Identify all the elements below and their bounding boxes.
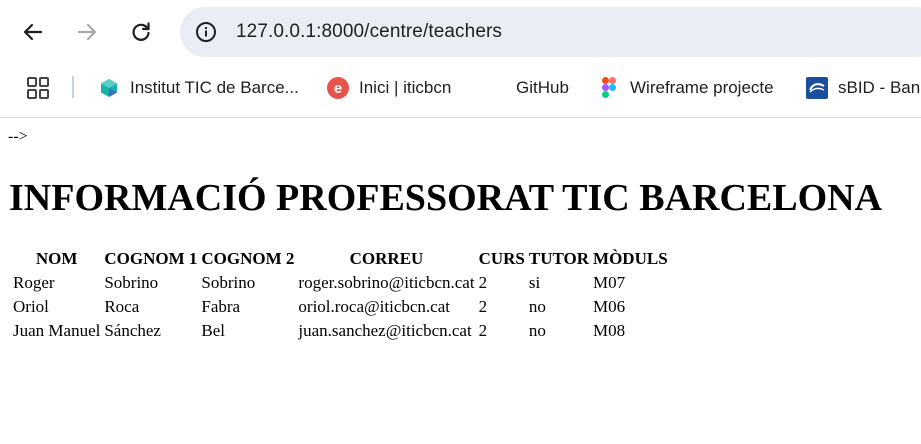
table-row: Oriol Roca Fabra oriol.roca@iticbcn.cat … [12,296,669,318]
bookmark-label: Institut TIC de Barce... [130,78,299,97]
github-icon [484,77,506,99]
bookmarks-bar: Institut TIC de Barce... e Inici | iticb… [0,64,921,112]
cell-cognom2: Sobrino [201,273,256,292]
site-info-button[interactable] [188,14,224,50]
table-row: Juan Manuel Sánchez Bel juan.sanchez@iti… [12,320,669,342]
teachers-table: NOM COGNOM 1 COGNOM 2 CORREU CURS TUTOR … [10,246,671,344]
bookmark-label: Wireframe projecte [630,78,774,97]
cell-moduls: M06 [593,297,626,316]
bookmarks-separator [72,76,74,98]
cell-cognom2: Bel [201,321,225,340]
figma-icon [598,77,620,99]
header-cognom2: COGNOM 2 [201,249,295,268]
header-nom: NOM [35,249,78,268]
cell-curs: 2 [478,297,488,316]
bookmark-wireframe[interactable]: Wireframe projecte [598,72,774,104]
bookmark-label: GitHub [516,78,569,97]
cell-correu: juan.sanchez@iticbcn.cat [298,321,472,340]
forward-button[interactable] [69,14,105,50]
header-curs: CURS [478,249,525,268]
address-bar[interactable]: 127.0.0.1:8000/centre/teachers [180,7,921,57]
table-row: Roger Sobrino Sobrino roger.sobrino@itic… [12,272,669,294]
page-title: INFORMACIÓ PROFESSORAT TIC BARCELONA [9,177,883,219]
cell-tutor: no [528,297,546,316]
cell-cognom2: Fabra [201,297,241,316]
stray-comment-text: --> [8,128,28,145]
cell-nom: Roger [13,273,55,292]
cell-correu: oriol.roca@iticbcn.cat [298,297,450,316]
cell-nom: Juan Manuel [13,321,101,340]
cell-cognom1: Sobrino [104,273,159,292]
apps-grid-icon[interactable] [26,76,52,102]
iticbcn-e-icon: e [327,77,349,99]
cell-nom: Oriol [13,297,49,316]
cell-tutor: no [528,321,546,340]
cell-correu: roger.sobrino@iticbcn.cat [298,273,475,292]
cell-moduls: M07 [593,273,626,292]
info-circle-icon [196,22,216,42]
reload-button[interactable] [123,14,159,50]
bookmark-inici-iticbcn[interactable]: e Inici | iticbcn [327,72,451,104]
browser-toolbar: 127.0.0.1:8000/centre/teachers [0,0,921,64]
bookmark-institut-tic[interactable]: Institut TIC de Barce... [98,72,299,104]
bookmark-sbid[interactable]: sBID - Banc [806,72,921,104]
cell-cognom1: Roca [104,297,140,316]
header-tutor: TUTOR [528,249,590,268]
header-cognom1: COGNOM 1 [104,249,198,268]
institut-tic-icon [98,77,120,99]
cell-moduls: M08 [593,321,626,340]
back-arrow-icon [23,23,43,41]
forward-arrow-icon [77,23,97,41]
cell-cognom1: Sánchez [104,321,161,340]
bookmark-label: Inici | iticbcn [359,78,452,97]
header-moduls: MÒDULS [593,249,668,268]
back-button[interactable] [15,14,51,50]
cell-curs: 2 [478,321,488,340]
svg-text:e: e [334,80,342,97]
reload-icon [132,22,150,41]
bookmark-label: sBID - Banc [838,78,921,97]
table-header-row: NOM COGNOM 1 COGNOM 2 CORREU CURS TUTOR … [12,248,669,270]
cell-tutor: si [528,273,541,292]
browser-chrome: 127.0.0.1:8000/centre/teachers Institut … [0,0,921,118]
cell-curs: 2 [478,273,488,292]
bookmark-github[interactable]: GitHub [484,72,569,104]
sbid-icon [806,77,828,99]
url-text[interactable]: 127.0.0.1:8000/centre/teachers [236,21,502,43]
header-correu: CORREU [349,249,424,268]
